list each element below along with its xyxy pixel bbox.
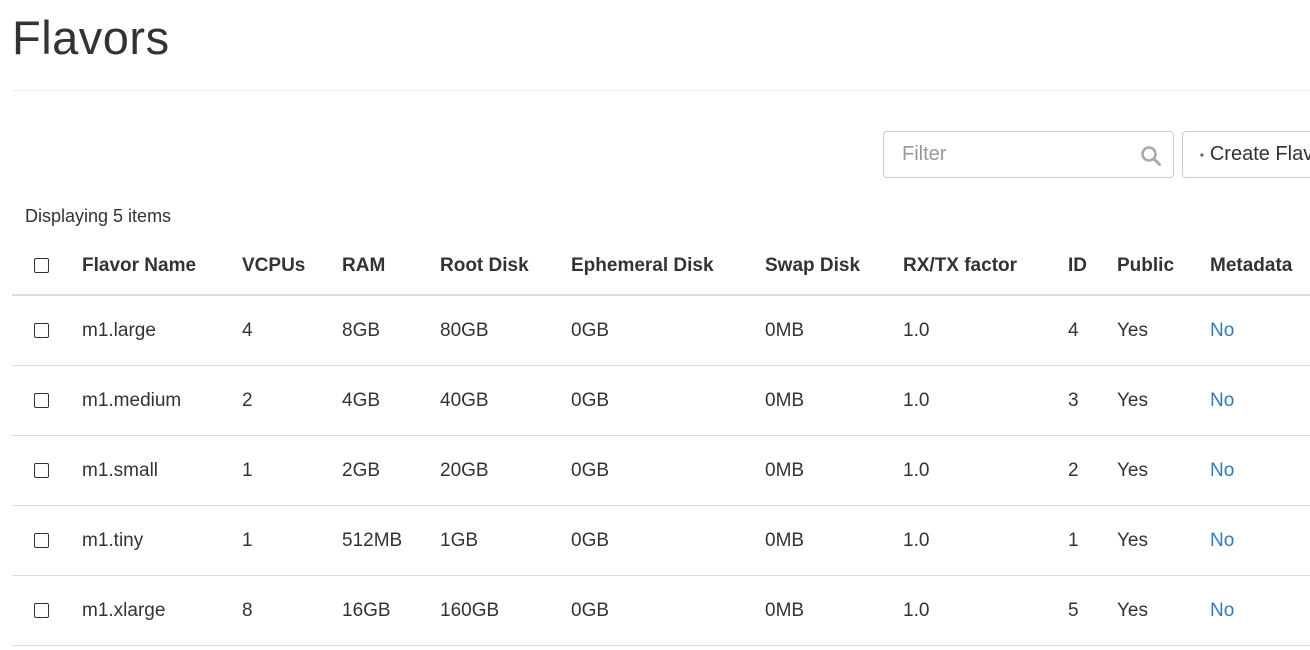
metadata-link[interactable]: No <box>1210 600 1234 621</box>
column-header-ephemeral-disk[interactable]: Ephemeral Disk <box>571 238 765 296</box>
public-cell: Yes <box>1117 505 1210 576</box>
column-header-rxtx-factor[interactable]: RX/TX factor <box>903 238 1068 296</box>
plus-icon <box>1200 152 1204 157</box>
ram-cell: 16GB <box>342 575 440 646</box>
table-header-row: Flavor Name VCPUs RAM Root Disk Ephemera… <box>12 238 1310 296</box>
rxtx-factor-cell: 1.0 <box>903 505 1068 576</box>
public-cell: Yes <box>1117 575 1210 646</box>
row-checkbox[interactable] <box>34 462 49 478</box>
row-checkbox[interactable] <box>34 322 49 338</box>
flavor-name-cell: m1.tiny <box>82 505 242 576</box>
metadata-cell: No <box>1210 295 1310 366</box>
column-header-root-disk[interactable]: Root Disk <box>440 238 571 296</box>
root-disk-cell: 40GB <box>440 365 571 436</box>
ephemeral-disk-cell: 0GB <box>571 365 765 436</box>
public-cell: Yes <box>1117 365 1210 436</box>
row-select-cell <box>12 295 82 366</box>
ephemeral-disk-cell: 0GB <box>571 505 765 576</box>
rxtx-factor-cell: 1.0 <box>903 295 1068 366</box>
id-cell: 3 <box>1068 365 1117 436</box>
ephemeral-disk-cell: 0GB <box>571 295 765 366</box>
create-flavor-button[interactable]: Create Flavor <box>1182 131 1310 178</box>
vcpus-cell: 4 <box>242 295 342 366</box>
row-checkbox[interactable] <box>34 532 49 548</box>
ephemeral-disk-cell: 0GB <box>571 435 765 506</box>
table-row: m1.tiny 1 512MB 1GB 0GB 0MB 1.0 1 Yes No <box>12 505 1310 576</box>
vcpus-cell: 8 <box>242 575 342 646</box>
table-row: m1.small 1 2GB 20GB 0GB 0MB 1.0 2 Yes No <box>12 435 1310 506</box>
flavor-name-cell: m1.large <box>82 295 242 366</box>
metadata-link[interactable]: No <box>1210 530 1234 551</box>
row-select-cell <box>12 505 82 576</box>
table-row: m1.large 4 8GB 80GB 0GB 0MB 1.0 4 Yes No <box>12 295 1310 366</box>
ephemeral-disk-cell: 0GB <box>571 575 765 646</box>
row-select-cell <box>12 365 82 436</box>
flavors-page: Flavors Create Flavor Displaying 5 items <box>0 0 1310 650</box>
filter-box <box>883 131 1174 178</box>
column-header-swap-disk[interactable]: Swap Disk <box>765 238 903 296</box>
select-all-header <box>12 238 82 296</box>
id-cell: 4 <box>1068 295 1117 366</box>
table-row: m1.medium 2 4GB 40GB 0GB 0MB 1.0 3 Yes N… <box>12 365 1310 436</box>
root-disk-cell: 1GB <box>440 505 571 576</box>
public-cell: Yes <box>1117 295 1210 366</box>
root-disk-cell: 20GB <box>440 435 571 506</box>
swap-disk-cell: 0MB <box>765 575 903 646</box>
metadata-link[interactable]: No <box>1210 460 1234 481</box>
vcpus-cell: 2 <box>242 365 342 436</box>
ram-cell: 512MB <box>342 505 440 576</box>
public-cell: Yes <box>1117 435 1210 506</box>
flavor-name-cell: m1.xlarge <box>82 575 242 646</box>
column-header-metadata[interactable]: Metadata <box>1210 238 1310 296</box>
swap-disk-cell: 0MB <box>765 365 903 436</box>
rxtx-factor-cell: 1.0 <box>903 365 1068 436</box>
row-checkbox[interactable] <box>34 602 49 618</box>
column-header-id[interactable]: ID <box>1068 238 1117 296</box>
flavor-name-cell: m1.small <box>82 435 242 506</box>
filter-input[interactable] <box>884 132 1152 177</box>
metadata-link[interactable]: No <box>1210 390 1234 411</box>
metadata-cell: No <box>1210 435 1310 506</box>
ram-cell: 4GB <box>342 365 440 436</box>
column-header-public[interactable]: Public <box>1117 238 1210 296</box>
column-header-vcpus[interactable]: VCPUs <box>242 238 342 296</box>
metadata-cell: No <box>1210 505 1310 576</box>
id-cell: 5 <box>1068 575 1117 646</box>
rxtx-factor-cell: 1.0 <box>903 435 1068 506</box>
flavors-table: Flavor Name VCPUs RAM Root Disk Ephemera… <box>12 238 1310 646</box>
row-checkbox[interactable] <box>34 392 49 408</box>
table-row: m1.xlarge 8 16GB 160GB 0GB 0MB 1.0 5 Yes… <box>12 575 1310 646</box>
swap-disk-cell: 0MB <box>765 505 903 576</box>
metadata-link[interactable]: No <box>1210 320 1234 341</box>
select-all-checkbox[interactable] <box>34 258 49 274</box>
vcpus-cell: 1 <box>242 435 342 506</box>
create-flavor-label: Create Flavor <box>1209 143 1310 165</box>
swap-disk-cell: 0MB <box>765 295 903 366</box>
item-count: Displaying 5 items <box>25 206 172 226</box>
row-select-cell <box>12 435 82 506</box>
title-divider <box>12 90 1310 91</box>
search-icon[interactable] <box>1140 145 1162 167</box>
ram-cell: 8GB <box>342 295 440 366</box>
ram-cell: 2GB <box>342 435 440 506</box>
vcpus-cell: 1 <box>242 505 342 576</box>
column-header-ram[interactable]: RAM <box>342 238 440 296</box>
page-title: Flavors <box>12 11 170 64</box>
row-select-cell <box>12 575 82 646</box>
swap-disk-cell: 0MB <box>765 435 903 506</box>
id-cell: 1 <box>1068 505 1117 576</box>
column-header-flavor-name[interactable]: Flavor Name <box>82 238 242 296</box>
metadata-cell: No <box>1210 575 1310 646</box>
root-disk-cell: 80GB <box>440 295 571 366</box>
flavor-name-cell: m1.medium <box>82 365 242 436</box>
id-cell: 2 <box>1068 435 1117 506</box>
metadata-cell: No <box>1210 365 1310 436</box>
root-disk-cell: 160GB <box>440 575 571 646</box>
rxtx-factor-cell: 1.0 <box>903 575 1068 646</box>
